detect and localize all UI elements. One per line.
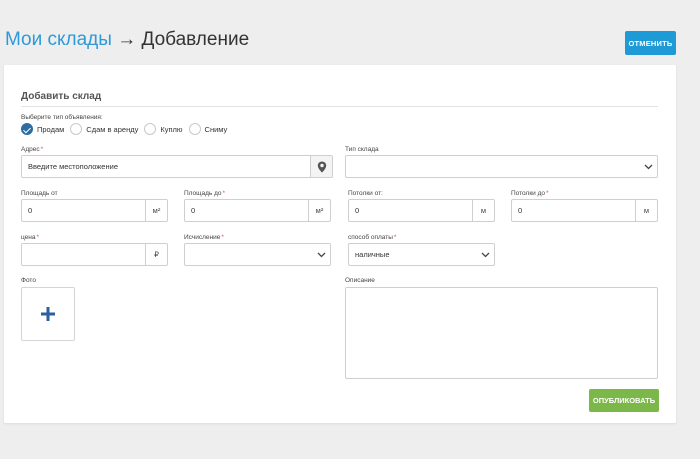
radio-label-rent-out: Сдам в аренду — [86, 124, 139, 134]
area-from-field[interactable]: 0 м² — [21, 199, 168, 222]
calculation-label: Исчисление* — [184, 234, 224, 241]
ceiling-to-input[interactable]: 0 — [512, 206, 635, 215]
radio-label-sell: Продам — [37, 124, 65, 134]
required-mark: * — [546, 190, 549, 197]
unit-suffix: м — [472, 200, 494, 221]
add-photo-button[interactable] — [21, 287, 75, 341]
unit-suffix: м² — [308, 200, 330, 221]
radio-label-buy: Куплю — [160, 124, 183, 134]
publish-button[interactable]: ОПУБЛИКОВАТЬ — [589, 389, 659, 412]
address-label-text: Адрес — [21, 146, 40, 153]
ceiling-to-field[interactable]: 0 м — [511, 199, 658, 222]
area-to-input[interactable]: 0 — [185, 206, 308, 215]
ceiling-from-field[interactable]: 0 м — [348, 199, 495, 222]
area-from-input[interactable]: 0 — [22, 206, 145, 215]
page-header: Мои склады → Добавление ОТМЕНИТЬ — [0, 0, 700, 65]
unit-suffix: м² — [145, 200, 167, 221]
chevron-down-icon — [476, 244, 494, 265]
required-mark: * — [36, 234, 40, 241]
calculation-select[interactable] — [184, 243, 331, 266]
address-field[interactable]: Введите местоположение — [21, 155, 333, 178]
area-to-label-text: Площадь до — [184, 190, 222, 197]
price-label-text: цена — [21, 234, 36, 241]
description-textarea[interactable] — [345, 287, 658, 379]
chevron-down-icon — [312, 244, 330, 265]
price-field[interactable]: ₽ — [21, 243, 168, 266]
radio-rent-out[interactable]: Сдам в аренду — [70, 123, 138, 135]
required-mark: * — [40, 146, 44, 153]
payment-label-text: способ оплаты — [348, 234, 393, 241]
breadcrumb: Мои склады → Добавление — [5, 29, 249, 51]
area-to-field[interactable]: 0 м² — [184, 199, 331, 222]
breadcrumb-arrow: → — [117, 29, 137, 50]
section-title: Добавить склад — [21, 91, 102, 102]
ceiling-from-input[interactable]: 0 — [349, 206, 472, 215]
radio-unchecked-icon — [70, 123, 83, 135]
payment-label: способ оплаты* — [348, 234, 396, 241]
radio-unchecked-icon — [144, 123, 157, 135]
ruble-icon: ₽ — [145, 244, 167, 265]
radio-unchecked-icon — [188, 123, 201, 135]
payment-select[interactable]: наличные — [348, 243, 495, 266]
payment-value: наличные — [355, 250, 390, 259]
breadcrumb-link-my-warehouses[interactable]: Мои склады — [5, 29, 112, 50]
cancel-button[interactable]: ОТМЕНИТЬ — [625, 31, 676, 55]
warehouse-type-select[interactable] — [345, 155, 658, 178]
chevron-down-icon — [639, 156, 657, 177]
map-pin-icon[interactable] — [310, 156, 332, 177]
description-label: Описание — [345, 277, 375, 284]
section-divider — [21, 106, 658, 107]
photo-label: Фото — [21, 277, 36, 284]
ceiling-to-label-text: Потолки до — [511, 190, 546, 197]
required-mark: * — [221, 234, 224, 241]
address-label: Адрес* — [21, 146, 43, 153]
radio-rent[interactable]: Сниму — [188, 123, 228, 135]
address-input[interactable]: Введите местоположение — [22, 162, 310, 171]
ceiling-to-label: Потолки до* — [511, 190, 549, 197]
add-warehouse-form: Добавить склад Выберите тип объявления: … — [4, 65, 676, 423]
ceiling-from-label: Потолки от: — [348, 190, 383, 197]
plus-icon — [41, 307, 55, 321]
listing-type-radio-group: Продам Сдам в аренду Куплю Сниму — [21, 123, 233, 135]
unit-suffix: м — [635, 200, 657, 221]
radio-sell[interactable]: Продам — [21, 123, 64, 135]
required-mark: * — [393, 234, 397, 241]
calculation-label-text: Исчисление — [184, 234, 221, 241]
listing-type-label: Выберите тип объявления: — [21, 114, 103, 121]
radio-label-rent: Сниму — [204, 124, 228, 134]
area-from-label: Площадь от — [21, 190, 58, 197]
required-mark: * — [222, 190, 226, 197]
warehouse-type-label: Тип склада — [345, 146, 379, 153]
radio-buy[interactable]: Куплю — [144, 123, 183, 135]
page-title: Добавление — [141, 29, 250, 50]
area-to-label: Площадь до* — [184, 190, 225, 197]
price-label: цена* — [21, 234, 39, 241]
radio-checked-icon — [21, 123, 33, 135]
